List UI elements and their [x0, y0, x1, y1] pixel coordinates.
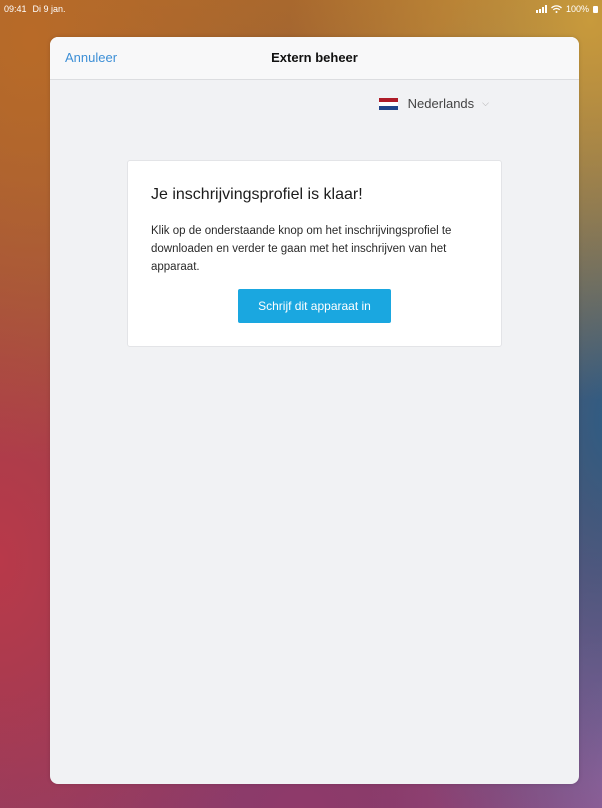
- page-title: Extern beheer: [271, 50, 358, 65]
- status-left: 09:41 Di 9 jan.: [4, 4, 66, 14]
- language-selector[interactable]: Nederlands ⌵: [378, 96, 489, 111]
- card-description: Klik op de onderstaande knop om het insc…: [151, 225, 452, 273]
- ipad-screen: 09:41 Di 9 jan. 100% Annuleer Extern beh…: [0, 0, 602, 808]
- battery-percentage: 100%: [565, 4, 589, 14]
- signal-icon: [535, 5, 547, 13]
- netherlands-flag-icon: [378, 97, 398, 110]
- navigation-bar: Annuleer Extern beheer: [50, 37, 579, 80]
- status-date: Di 9 jan.: [32, 4, 66, 14]
- status-time: 09:41: [4, 4, 27, 14]
- enrollment-card: Je inschrijvingsprofiel is klaar! Klik o…: [127, 160, 502, 347]
- chevron-down-icon: ⌵: [482, 98, 489, 108]
- status-bar: 09:41 Di 9 jan. 100%: [0, 0, 602, 18]
- enroll-device-button[interactable]: Schrijf dit apparaat in: [238, 289, 391, 323]
- battery-icon: [593, 5, 598, 13]
- modal-sheet: Annuleer Extern beheer Nederlands ⌵ Je i…: [50, 37, 579, 784]
- wifi-icon: [551, 5, 562, 13]
- language-selected: Nederlands: [407, 96, 475, 111]
- status-right: 100%: [535, 4, 598, 14]
- card-title: Je inschrijvingsprofiel is klaar!: [151, 186, 363, 203]
